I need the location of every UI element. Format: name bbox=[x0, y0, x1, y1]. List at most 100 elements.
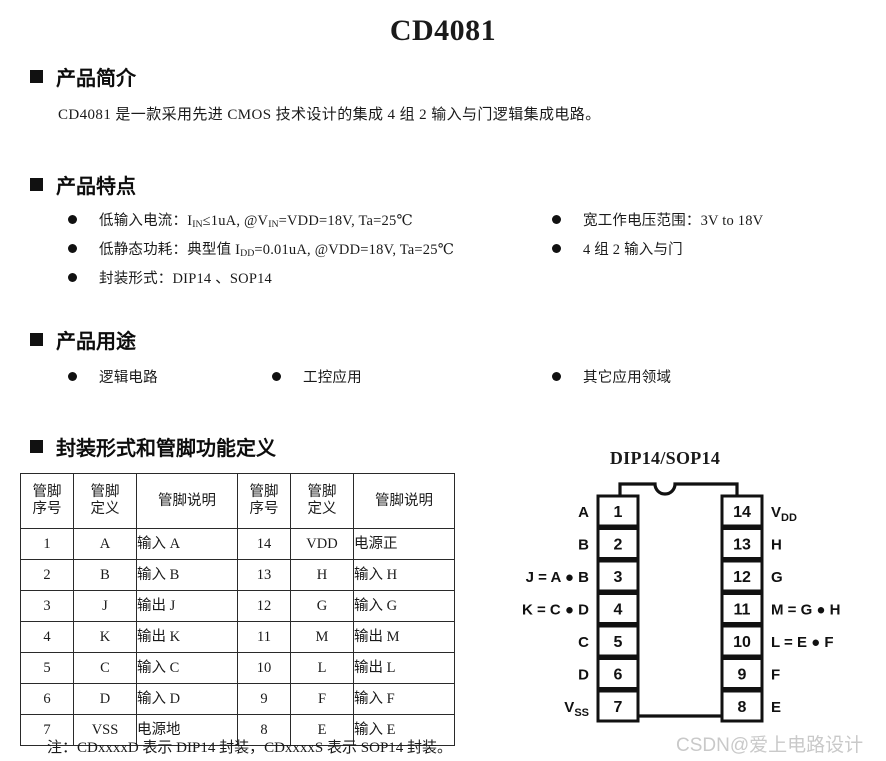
col-header-pin-desc-left: 管脚说明 bbox=[136, 473, 238, 529]
pin-label-right: L = E ● F bbox=[771, 634, 834, 651]
pin-number: 4 bbox=[614, 602, 623, 619]
section-heading-intro: 产品简介 bbox=[30, 62, 136, 91]
cell-pin-no-left: 3 bbox=[20, 590, 74, 622]
pin-number: 13 bbox=[733, 537, 751, 554]
col-header-pin-no-right: 管脚 序号 bbox=[237, 473, 291, 529]
watermark: CSDN@爱上电路设计 bbox=[676, 735, 864, 756]
feature-text: 低输入电流：IIN≤1uA, @VIN=VDD=18V, Ta=25℃ bbox=[99, 213, 413, 231]
pin-label-left: B bbox=[578, 537, 589, 554]
section-heading-applications-label: 产品用途 bbox=[56, 331, 136, 353]
pin-number: 10 bbox=[733, 634, 751, 651]
cell-pin-no-right: 11 bbox=[237, 621, 291, 653]
table-row: 5 C 输入 C 10 L 输出 L bbox=[20, 652, 455, 684]
pin-label-left: A bbox=[578, 504, 589, 521]
cell-pin-desc-left: 输出 J bbox=[136, 590, 238, 622]
col-header-pin-def-left: 管脚 定义 bbox=[73, 473, 137, 529]
cell-pin-def-left: K bbox=[73, 621, 137, 653]
bullet-dot-icon bbox=[552, 372, 561, 381]
cell-pin-no-left: 6 bbox=[20, 683, 74, 715]
pin-number: 2 bbox=[614, 537, 623, 554]
application-item-other: 其它应用领域 bbox=[552, 366, 671, 387]
feature-item-voltage-range: 宽工作电压范围：3V to 18V bbox=[552, 209, 763, 230]
pin-label-right: VDD bbox=[771, 504, 797, 524]
pin-number: 14 bbox=[733, 504, 751, 521]
cell-pin-no-right: 9 bbox=[237, 683, 291, 715]
cell-pin-def-left: A bbox=[73, 528, 137, 560]
pin-number: 6 bbox=[614, 667, 623, 684]
section-heading-pinout-label: 封装形式和管脚功能定义 bbox=[56, 438, 276, 460]
cell-pin-def-left: B bbox=[73, 559, 137, 591]
pin-number: 1 bbox=[614, 504, 623, 521]
application-item-industrial: 工控应用 bbox=[272, 366, 362, 387]
feature-text: 封装形式：DIP14 、SOP14 bbox=[99, 271, 272, 287]
pin-number: 12 bbox=[733, 569, 751, 586]
cell-pin-desc-left: 输入 D bbox=[136, 683, 238, 715]
pin-label-right: G bbox=[771, 569, 783, 586]
cell-pin-no-right: 10 bbox=[237, 652, 291, 684]
table-note: 注：CDxxxxD 表示 DIP14 封装，CDxxxxS 表示 SOP14 封… bbox=[47, 740, 453, 756]
application-text: 其它应用领域 bbox=[583, 370, 672, 386]
table-row: 6 D 输入 D 9 F 输入 F bbox=[20, 683, 455, 715]
col-header-pin-def-right: 管脚 定义 bbox=[290, 473, 354, 529]
cell-pin-no-right: 12 bbox=[237, 590, 291, 622]
pin-label-right: E bbox=[771, 699, 781, 716]
cell-pin-desc-right: 输出 L bbox=[353, 652, 455, 684]
pin-number: 5 bbox=[614, 634, 623, 651]
pin-label-left: C bbox=[578, 634, 589, 651]
page-title: CD4081 bbox=[389, 14, 497, 47]
pin-label-left: D bbox=[578, 667, 589, 684]
cell-pin-desc-right: 输出 M bbox=[353, 621, 455, 653]
bullet-dot-icon bbox=[68, 215, 77, 224]
feature-item-quiescent-power: 低静态功耗：典型值 IDD=0.01uA, @VDD=18V, Ta=25℃ bbox=[68, 238, 454, 259]
cell-pin-def-right: L bbox=[290, 652, 354, 684]
col-header-pin-no-left: 管脚 序号 bbox=[20, 473, 74, 529]
pin-label-left: K = C ● D bbox=[522, 602, 589, 619]
table-header: 管脚 序号 管脚 定义 管脚说明 管脚 序号 管脚 定义 管脚说明 bbox=[20, 473, 455, 529]
pin-label-left: J = A ● B bbox=[526, 569, 590, 586]
bullet-dot-icon bbox=[68, 372, 77, 381]
table-row: 3 J 输出 J 12 G 输入 G bbox=[20, 590, 455, 622]
subscript: DD bbox=[240, 248, 255, 260]
table-row: 2 B 输入 B 13 H 输入 H bbox=[20, 559, 455, 591]
cell-pin-desc-left: 输入 A bbox=[136, 528, 238, 560]
cell-pin-no-right: 14 bbox=[237, 528, 291, 560]
section-heading-intro-label: 产品简介 bbox=[56, 68, 136, 90]
pin-label-left: VSS bbox=[564, 699, 589, 719]
feature-item-input-current: 低输入电流：IIN≤1uA, @VIN=VDD=18V, Ta=25℃ bbox=[68, 209, 413, 230]
cell-pin-desc-left: 输入 B bbox=[136, 559, 238, 591]
table-header-row: 管脚 序号 管脚 定义 管脚说明 管脚 序号 管脚 定义 管脚说明 bbox=[20, 473, 455, 529]
pin-number: 11 bbox=[734, 602, 751, 619]
pin-number: 8 bbox=[738, 699, 747, 716]
dip14-chip-svg: 1 A 2 B 3 J = A ● B 4 K = C ● D 5 C 6 D 7 VSS 14 VDD 13 H… bbox=[522, 482, 841, 723]
section-heading-features-label: 产品特点 bbox=[56, 176, 136, 198]
feature-text: 宽工作电压范围：3V to 18V bbox=[583, 213, 764, 229]
table-row: 4 K 输出 K 11 M 输出 M bbox=[20, 621, 455, 653]
section-heading-features: 产品特点 bbox=[30, 170, 136, 199]
pin-label-right: H bbox=[771, 537, 782, 554]
pin-label-right: M = G ● H bbox=[771, 602, 841, 619]
cell-pin-no-left: 2 bbox=[20, 559, 74, 591]
cell-pin-def-right: G bbox=[290, 590, 354, 622]
cell-pin-no-left: 4 bbox=[20, 621, 74, 653]
cell-pin-def-left: J bbox=[73, 590, 137, 622]
feature-text: 低静态功耗：典型值 IDD=0.01uA, @VDD=18V, Ta=25℃ bbox=[99, 242, 455, 260]
feature-item-gate-count: 4 组 2 输入与门 bbox=[552, 238, 683, 259]
cell-pin-def-right: F bbox=[290, 683, 354, 715]
cell-pin-desc-left: 输出 K bbox=[136, 621, 238, 653]
cell-pin-desc-right: 电源正 bbox=[353, 528, 455, 560]
feature-item-package: 封装形式：DIP14 、SOP14 bbox=[68, 267, 272, 288]
table-body: 1 A 输入 A 14 VDD 电源正 2 B 输入 B 13 H 输入 H 3 J 输出 J 12 G 输入 G… bbox=[20, 528, 455, 746]
application-text: 逻辑电路 bbox=[99, 370, 158, 386]
section-heading-pinout: 封装形式和管脚功能定义 bbox=[30, 432, 276, 461]
bullet-dot-icon bbox=[272, 372, 281, 381]
cell-pin-desc-right: 输入 H bbox=[353, 559, 455, 591]
subscript: IN bbox=[192, 219, 203, 231]
bullet-dot-icon bbox=[552, 215, 561, 224]
bullet-dot-icon bbox=[68, 244, 77, 253]
application-item-logic: 逻辑电路 bbox=[68, 366, 158, 387]
bullet-dot-icon bbox=[552, 244, 561, 253]
cell-pin-def-left: D bbox=[73, 683, 137, 715]
bullet-dot-icon bbox=[68, 273, 77, 282]
pin-number: 9 bbox=[738, 667, 747, 684]
cell-pin-no-left: 5 bbox=[20, 652, 74, 684]
